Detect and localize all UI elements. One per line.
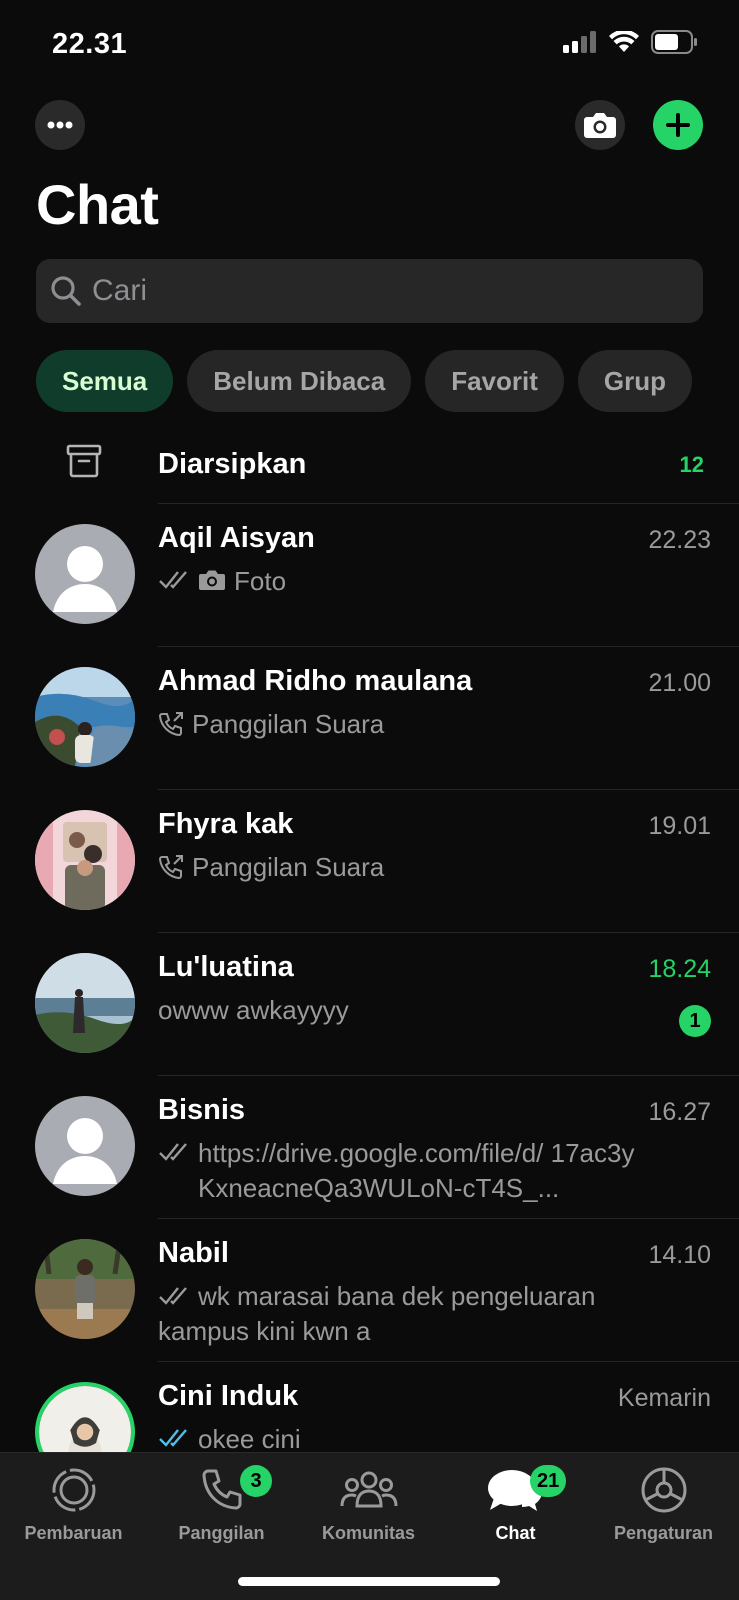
archived-count: 12: [679, 452, 704, 477]
status-icons: [563, 30, 697, 54]
default-avatar-icon: [35, 524, 135, 624]
battery-icon: [651, 30, 697, 54]
chat-preview-text: wk marasai bana dek pengeluaran kampus k…: [158, 1281, 596, 1346]
tab-label: Chat: [495, 1523, 536, 1543]
avatar: [35, 524, 135, 624]
double-check-icon: [158, 1285, 190, 1307]
chat-time: 21.00: [648, 669, 711, 697]
chat-name: Bisnis: [158, 1094, 246, 1126]
chat-row[interactable]: Lu'luatina 18.24 owww awkayyyy 1: [0, 933, 739, 1076]
avatar: [35, 1096, 135, 1196]
archived-row[interactable]: Diarsipkan 12: [0, 430, 739, 504]
communities-icon: [340, 1471, 397, 1508]
chat-time: 14.10: [648, 1241, 711, 1269]
signal-icon: [563, 31, 596, 53]
outgoing-call-icon: [158, 855, 184, 879]
chats-badge: 21: [530, 1465, 567, 1497]
filter-favorites[interactable]: Favorit: [425, 350, 564, 412]
tab-label: Panggilan: [178, 1523, 265, 1543]
tab-settings[interactable]: Pengaturan: [590, 1463, 737, 1544]
double-check-read-icon: [158, 1427, 190, 1449]
tab-calls[interactable]: 3 Panggilan: [148, 1463, 295, 1544]
calls-badge: 3: [240, 1465, 272, 1497]
filter-all[interactable]: Semua: [36, 350, 174, 412]
chat-name: Ahmad Ridho maulana: [158, 665, 473, 697]
chat-preview: Panggilan Suara: [158, 707, 638, 742]
profile-photo: [35, 667, 135, 767]
plus-icon: [666, 113, 690, 137]
search-placeholder: Cari: [92, 274, 148, 307]
profile-photo: [35, 953, 135, 1053]
tab-communities[interactable]: Komunitas: [295, 1463, 442, 1544]
tab-label: Pengaturan: [613, 1523, 714, 1543]
chat-name: Fhyra kak: [158, 808, 294, 840]
chat-name: Nabil: [158, 1237, 229, 1269]
chat-preview: owww awkayyyy: [158, 993, 638, 1028]
avatar: [35, 667, 135, 767]
tab-label: Pembaruan: [24, 1523, 123, 1543]
updates-icon: [52, 1468, 95, 1512]
chat-row[interactable]: Nabil 14.10 wk marasai bana dek pengelua…: [0, 1219, 739, 1362]
default-avatar-icon: [35, 1096, 135, 1196]
status-time: 22.31: [52, 28, 128, 60]
archive-icon: [66, 444, 102, 478]
chat-row[interactable]: Ahmad Ridho maulana 21.00 Panggilan Suar…: [0, 647, 739, 790]
chat-name: Cini Induk: [158, 1380, 299, 1412]
tab-chats[interactable]: 21 Chat: [442, 1463, 589, 1544]
chat-preview-text: Panggilan Suara: [192, 709, 385, 739]
chat-preview: Foto: [158, 564, 638, 599]
chat-preview: wk marasai bana dek pengeluaran kampus k…: [158, 1279, 638, 1349]
search-icon: [51, 276, 81, 306]
chat-name: Aqil Aisyan: [158, 522, 315, 554]
home-indicator: [238, 1577, 500, 1586]
unread-badge: 1: [679, 1005, 711, 1037]
avatar: [35, 1239, 135, 1339]
chat-time: 16.27: [648, 1098, 711, 1126]
chat-preview-text: Foto: [234, 566, 287, 596]
chat-row[interactable]: Bisnis 16.27 https://drive.google.com/fi…: [0, 1076, 739, 1219]
tab-updates[interactable]: Pembaruan: [0, 1463, 147, 1544]
wifi-icon: [609, 31, 639, 52]
chat-preview-text: owww awkayyyy: [158, 995, 349, 1025]
chat-time: 22.23: [648, 526, 711, 554]
outgoing-call-icon: [158, 712, 184, 736]
page-title: Chat: [36, 173, 159, 236]
camera-icon: [198, 569, 226, 591]
double-check-icon: [158, 1141, 190, 1163]
chat-preview-text: Panggilan Suara: [192, 852, 385, 882]
filter-chips: Semua Belum Dibaca Favorit Grup: [36, 350, 693, 412]
settings-icon: [641, 1467, 686, 1513]
more-options-button[interactable]: [35, 100, 85, 150]
avatar: [35, 953, 135, 1053]
more-horizontal-icon: [47, 121, 73, 129]
avatar: [35, 810, 135, 910]
phone-icon: [202, 1469, 241, 1510]
camera-icon: [584, 113, 616, 138]
camera-button[interactable]: [575, 100, 625, 150]
chat-name: Lu'luatina: [158, 951, 294, 983]
search-input[interactable]: Cari: [36, 259, 703, 323]
profile-photo: [35, 810, 135, 910]
profile-photo: [35, 1239, 135, 1339]
archived-label: Diarsipkan: [158, 448, 307, 480]
filter-unread[interactable]: Belum Dibaca: [187, 350, 412, 412]
status-bar: 22.31: [0, 0, 739, 90]
chat-time: 19.01: [648, 812, 711, 840]
chat-row[interactable]: Fhyra kak 19.01 Panggilan Suara: [0, 790, 739, 933]
chat-preview: Panggilan Suara: [158, 850, 638, 885]
chat-time: 18.24: [648, 955, 711, 983]
tab-label: Komunitas: [321, 1523, 415, 1543]
new-chat-button[interactable]: [653, 100, 703, 150]
chat-list: Aqil Aisyan 22.23 Foto Ahmad Ridho maula…: [0, 504, 739, 1505]
chat-preview: https://drive.google.com/file/d/ 17ac3yK…: [158, 1136, 638, 1206]
chat-row[interactable]: Aqil Aisyan 22.23 Foto: [0, 504, 739, 647]
filter-groups[interactable]: Grup: [577, 350, 693, 412]
double-check-icon: [158, 569, 190, 591]
chat-preview-text: https://drive.google.com/file/d/ 17ac3yK…: [198, 1138, 635, 1203]
chat-time: Kemarin: [617, 1384, 711, 1412]
